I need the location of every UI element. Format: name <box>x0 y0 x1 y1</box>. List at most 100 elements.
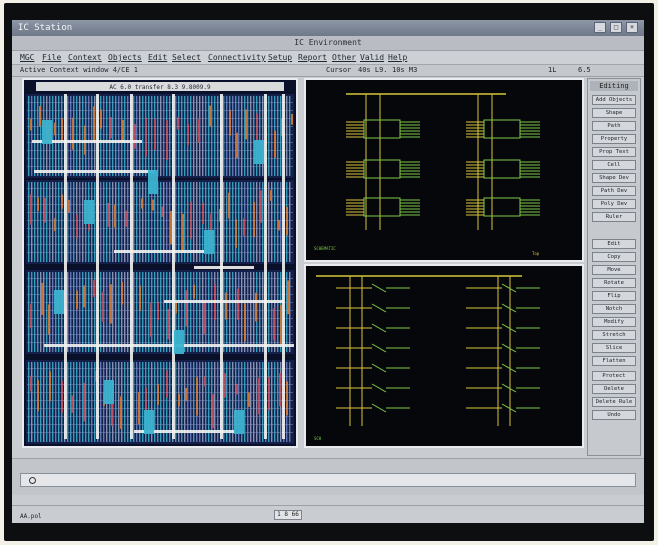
palette-button-ruler[interactable]: Ruler <box>592 212 636 222</box>
menu-help[interactable]: Help <box>388 51 407 64</box>
layout-shape <box>262 272 264 352</box>
palette-button-delete-rule[interactable]: Delete Rule <box>592 397 636 407</box>
layout-shape <box>277 272 279 352</box>
palette-button-rotate[interactable]: Rotate <box>592 278 636 288</box>
layout-shape <box>88 362 90 442</box>
menu-context[interactable]: Context <box>68 51 102 64</box>
layout-shape <box>54 122 56 136</box>
palette-button-flatten[interactable]: Flatten <box>592 356 636 366</box>
layout-shape <box>31 96 33 176</box>
palette-button-modify[interactable]: Modify <box>592 317 636 327</box>
palette-button-notch[interactable]: Notch <box>592 304 636 314</box>
layout-shape <box>223 182 225 262</box>
layout-shape <box>262 362 264 442</box>
layout-shape <box>174 330 184 354</box>
layout-shape <box>84 200 94 224</box>
menu-valid[interactable]: Valid <box>360 51 384 64</box>
layout-shape <box>254 140 264 164</box>
layout-shape <box>30 304 32 329</box>
layout-shape <box>52 182 54 262</box>
layout-shape <box>286 381 288 416</box>
palette-button-move[interactable]: Move <box>592 265 636 275</box>
minimize-button[interactable]: _ <box>594 22 606 33</box>
layout-shape <box>193 272 195 352</box>
layout-shape <box>46 272 48 352</box>
layout-shape <box>125 210 127 227</box>
palette-button-flip[interactable]: Flip <box>592 291 636 301</box>
command-line-input[interactable] <box>20 473 636 487</box>
palette-button-path-dev[interactable]: Path Dev <box>592 186 636 196</box>
palette-button-cell[interactable]: Cell <box>592 160 636 170</box>
layout-shape <box>244 362 246 442</box>
layout-shape <box>268 96 270 176</box>
layout-shape <box>43 272 45 352</box>
palette-button-copy[interactable]: Copy <box>592 252 636 262</box>
schematic-bottom-canvas[interactable]: SCH <box>304 264 584 448</box>
palette-button-protect[interactable]: Protect <box>592 371 636 381</box>
layout-shape <box>187 272 189 352</box>
close-button[interactable]: × <box>626 22 638 33</box>
layout-shape <box>71 395 73 413</box>
layout-shape <box>286 206 288 236</box>
layout-shape <box>67 182 69 262</box>
palette-button-slice[interactable]: Slice <box>592 343 636 353</box>
palette-button-add-objects[interactable]: Add Objects <box>592 95 636 105</box>
layout-shape <box>282 94 285 439</box>
palette-button-property[interactable]: Property <box>592 134 636 144</box>
schematic-top-canvas[interactable]: SCHEMATIC Top <box>304 78 584 262</box>
layout-shape <box>225 292 227 320</box>
layout-shape <box>46 182 48 262</box>
menu-bar: MGC File Context Objects Edit Select Con… <box>12 51 644 65</box>
layout-shape <box>107 202 109 227</box>
menu-select[interactable]: Select <box>172 51 201 64</box>
layout-shape <box>115 96 117 176</box>
menu-setup[interactable]: Setup <box>268 51 292 64</box>
layout-shape <box>141 198 143 209</box>
layout-shape <box>232 182 234 262</box>
menu-file[interactable]: File <box>42 51 61 64</box>
layout-shape <box>164 300 284 303</box>
layout-shape <box>70 96 72 176</box>
palette-button-shape[interactable]: Shape <box>592 108 636 118</box>
layout-shape <box>82 182 84 262</box>
palette-button-poly-dev[interactable]: Poly Dev <box>592 199 636 209</box>
layout-shape <box>209 105 211 127</box>
layout-shape <box>58 362 60 442</box>
palette-button-delete[interactable]: Delete <box>592 384 636 394</box>
layout-shape <box>100 109 102 129</box>
page-indicator[interactable]: 1 8 66 <box>274 510 302 520</box>
layout-shape <box>79 96 81 176</box>
menu-other[interactable]: Other <box>332 51 356 64</box>
menu-report[interactable]: Report <box>298 51 327 64</box>
layout-canvas[interactable]: AC 6.0 transfer 8.3 9.8009.9 <box>22 78 298 448</box>
layout-shape <box>250 96 252 176</box>
palette-button-path[interactable]: Path <box>592 121 636 131</box>
layout-shape <box>268 377 270 411</box>
layout-shape <box>106 272 108 352</box>
layout-shape <box>122 119 124 143</box>
layout-shape <box>91 272 93 352</box>
layout-shape <box>255 292 257 322</box>
layout-shape <box>196 96 198 176</box>
layout-shape <box>61 381 63 413</box>
menu-connectivity[interactable]: Connectivity <box>208 51 266 64</box>
layout-shape <box>124 96 126 176</box>
layout-shape <box>229 272 231 352</box>
palette-button-edit[interactable]: Edit <box>592 239 636 249</box>
layout-shape <box>88 272 90 352</box>
menu-edit[interactable]: Edit <box>148 51 167 64</box>
layout-shape <box>37 96 39 176</box>
layout-shape <box>34 96 36 176</box>
layout-shape <box>160 96 162 176</box>
maximize-button[interactable]: □ <box>610 22 622 33</box>
layout-shape <box>205 272 207 352</box>
layout-shape <box>247 96 249 176</box>
menu-objects[interactable]: Objects <box>108 51 142 64</box>
menu-mgc[interactable]: MGC <box>20 51 34 64</box>
palette-button-undo[interactable]: Undo <box>592 410 636 420</box>
layout-shape <box>139 272 141 352</box>
palette-button-shape-dev[interactable]: Shape Dev <box>592 173 636 183</box>
palette-button-stretch[interactable]: Stretch <box>592 330 636 340</box>
app-titlebar: IC Environment <box>12 36 644 51</box>
palette-button-prop-text[interactable]: Prop Text <box>592 147 636 157</box>
